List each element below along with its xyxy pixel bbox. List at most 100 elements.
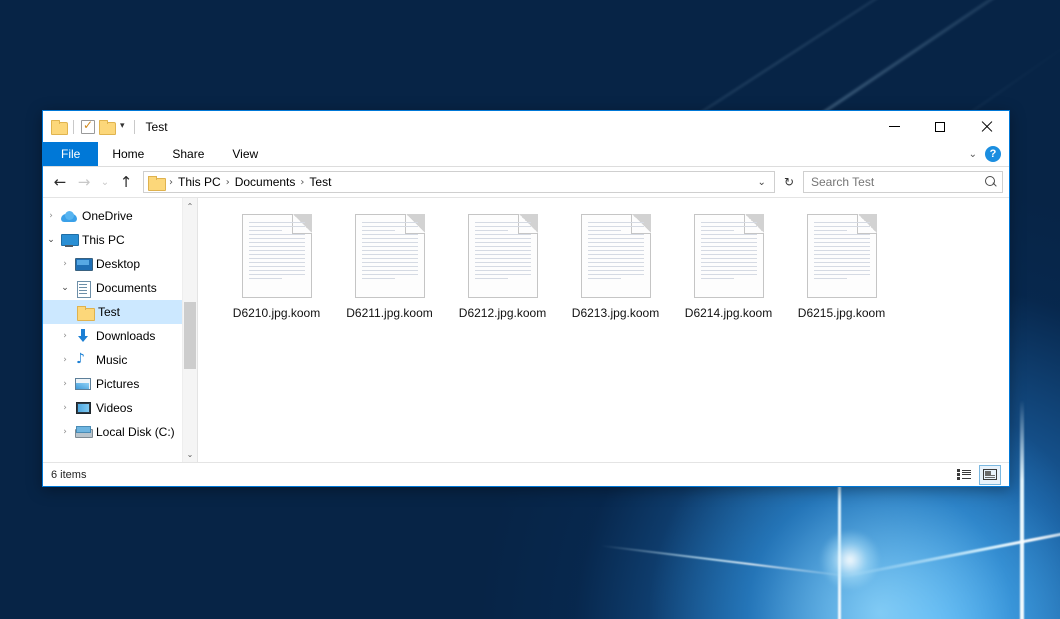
minimize-icon [889,126,900,127]
sidebar-item-label: Videos [96,401,132,415]
navigation-scrollbar[interactable]: ⌃ ⌄ [182,198,197,462]
tab-share[interactable]: Share [158,142,218,166]
sidebar-item-downloads[interactable]: › Downloads [43,324,182,348]
expander-icon[interactable]: › [57,403,73,413]
sidebar-item-desktop[interactable]: › Desktop [43,252,182,276]
folder-icon[interactable] [51,120,66,133]
back-button[interactable]: ← [49,170,71,194]
sidebar-item-label: Downloads [96,329,155,343]
up-button[interactable]: ↑ [115,170,137,194]
expander-icon[interactable]: › [57,331,73,341]
new-folder-icon[interactable] [99,120,114,133]
window-body: › OneDrive ⌄ This PC › Desktop [43,197,1009,462]
file-name: D6214.jpg.koom [685,306,772,320]
page-lines [814,222,870,291]
refresh-icon[interactable]: ↻ [781,175,797,189]
file-list-area[interactable]: D6210.jpg.koom D6211.jpg.koom [198,198,1009,462]
scroll-up-icon[interactable]: ⌃ [183,198,197,214]
close-button[interactable] [963,111,1009,142]
expander-icon[interactable]: › [57,427,73,437]
properties-icon[interactable] [81,120,95,134]
sidebar-item-local-disk-c[interactable]: › Local Disk (C:) [43,420,182,444]
expander-icon[interactable]: › [57,379,73,389]
breadcrumb: › This PC › Documents › Test [168,175,754,189]
details-view-icon [957,469,971,480]
file-name: D6211.jpg.koom [346,306,433,320]
page-lines [249,222,305,291]
title-bar: ▾ Test [43,111,1009,142]
expander-icon[interactable]: › [43,211,59,221]
breadcrumb-test[interactable]: Test [305,175,335,189]
address-bar: ← → ⌄ ↑ › This PC › Documents › Test ⌄ ↻ [43,167,1009,197]
file-name: D6213.jpg.koom [572,306,659,320]
file-name: D6212.jpg.koom [459,306,546,320]
sidebar-item-label: Local Disk (C:) [96,425,175,439]
toolbar-divider [134,120,135,134]
navigation-tree: › OneDrive ⌄ This PC › Desktop [43,198,182,462]
forward-button: → [73,170,95,194]
sidebar-item-label: Test [98,305,120,319]
search-input[interactable] [809,174,985,190]
tab-home[interactable]: Home [98,142,158,166]
scrollbar-track[interactable] [183,214,197,446]
desktop-icon [73,258,93,270]
sidebar-item-documents[interactable]: ⌄ Documents [43,276,182,300]
search-box[interactable] [803,171,1003,193]
customize-chevron-icon[interactable]: ▾ [118,122,127,131]
sidebar-item-label: OneDrive [82,209,133,223]
sidebar-item-pictures[interactable]: › Pictures [43,372,182,396]
videos-icon [73,402,93,414]
expand-ribbon-chevron-icon[interactable]: ⌄ [969,149,977,160]
minimize-button[interactable] [871,111,917,142]
file-icon-wrapper [805,212,879,300]
address-history-chevron-icon[interactable]: ⌄ [754,177,770,188]
tab-file[interactable]: File [43,142,98,166]
details-view-button[interactable] [953,465,975,485]
help-icon[interactable]: ? [985,146,1001,162]
file-explorer-window: ▾ Test File Home Share View ⌄ ? ← → [42,110,1010,487]
folder-icon [75,306,95,319]
sidebar-item-videos[interactable]: › Videos [43,396,182,420]
file-icon-wrapper [240,212,314,300]
list-item[interactable]: D6212.jpg.koom [446,210,559,330]
list-item[interactable]: D6214.jpg.koom [672,210,785,330]
generic-file-icon [242,214,312,298]
expander-icon[interactable]: › [57,355,73,365]
scroll-down-icon[interactable]: ⌄ [183,446,197,462]
sidebar-item-this-pc[interactable]: ⌄ This PC [43,228,182,252]
window-controls [871,111,1009,142]
file-icon-wrapper [466,212,540,300]
expander-icon[interactable]: › [57,259,73,269]
folder-icon [148,176,164,189]
expander-icon[interactable]: ⌄ [57,283,73,293]
file-grid: D6210.jpg.koom D6211.jpg.koom [220,210,999,330]
sidebar-item-label: Documents [96,281,157,295]
list-item[interactable]: D6215.jpg.koom [785,210,898,330]
ribbon-tabs: File Home Share View ⌄ ? [43,142,1009,167]
computer-icon [59,234,79,247]
breadcrumb-documents[interactable]: Documents [231,175,300,189]
sidebar-item-music[interactable]: › ♪ Music [43,348,182,372]
sidebar-item-onedrive[interactable]: › OneDrive [43,204,182,228]
list-item[interactable]: D6211.jpg.koom [333,210,446,330]
expander-icon[interactable]: ⌄ [43,235,59,245]
list-item[interactable]: D6210.jpg.koom [220,210,333,330]
item-count-label: 6 items [51,469,86,481]
generic-file-icon [694,214,764,298]
file-icon-wrapper [579,212,653,300]
sidebar-item-test[interactable]: Test [43,300,182,324]
sidebar-item-label: This PC [82,233,125,247]
breadcrumb-this-pc[interactable]: This PC [174,175,225,189]
large-icons-view-button[interactable] [979,465,1001,485]
page-lines [362,222,418,291]
scrollbar-thumb[interactable] [184,302,196,369]
file-icon-wrapper [692,212,766,300]
address-path-box[interactable]: › This PC › Documents › Test ⌄ [143,171,775,193]
page-lines [475,222,531,291]
recent-locations-button[interactable]: ⌄ [97,170,113,194]
tab-view[interactable]: View [218,142,272,166]
page-lines [701,222,757,291]
downloads-icon [73,329,93,343]
list-item[interactable]: D6213.jpg.koom [559,210,672,330]
maximize-button[interactable] [917,111,963,142]
